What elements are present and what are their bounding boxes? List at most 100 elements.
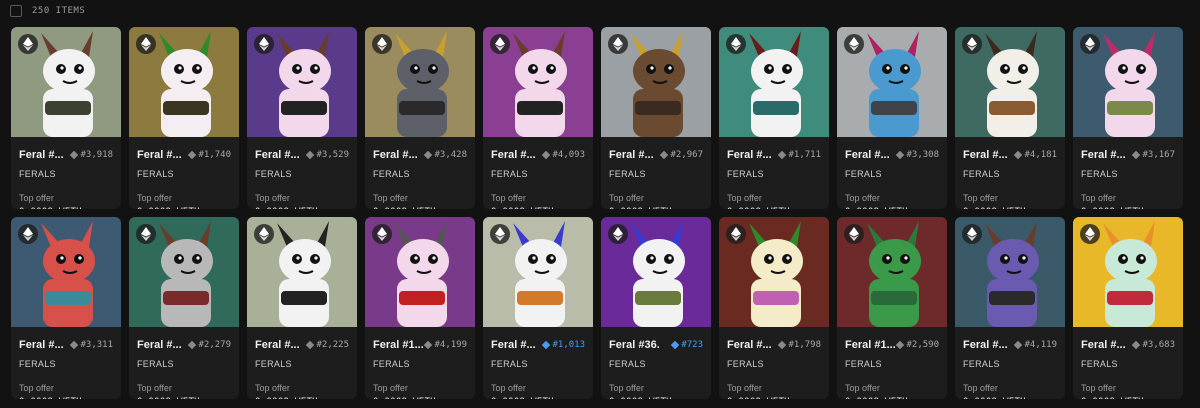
nft-image[interactable]	[11, 217, 121, 327]
nft-name[interactable]: Feral #...	[963, 149, 1008, 161]
diamond-icon	[671, 340, 680, 350]
nft-card[interactable]: Feral #... #4,181 FERALS Top offer 0.000…	[955, 27, 1065, 209]
nft-image[interactable]	[719, 217, 829, 327]
nft-card[interactable]: Feral #... #3,311 FERALS Top offer 0.000…	[11, 217, 121, 399]
nft-card[interactable]: Feral #... #1,013 FERALS Top offer 0.000…	[483, 217, 593, 399]
nft-name[interactable]: Feral #...	[845, 149, 890, 161]
diamond-icon	[424, 340, 433, 350]
nft-image[interactable]	[719, 27, 829, 137]
nft-name[interactable]: Feral #...	[137, 339, 182, 351]
nft-image[interactable]	[129, 217, 239, 327]
nft-card[interactable]: Feral #... #2,967 FERALS Top offer 0.000…	[601, 27, 711, 209]
nft-name[interactable]: Feral #...	[1081, 339, 1126, 351]
collection-name[interactable]: FERALS	[255, 169, 349, 179]
nft-image[interactable]	[601, 27, 711, 137]
nft-card[interactable]: Feral #... #3,529 FERALS Top offer 0.000…	[247, 27, 357, 209]
nft-card[interactable]: Feral #... #1,711 FERALS Top offer 0.000…	[719, 27, 829, 209]
nft-image[interactable]	[837, 27, 947, 137]
collection-name[interactable]: FERALS	[137, 359, 231, 369]
ethereum-icon	[726, 34, 746, 54]
collection-name[interactable]: FERALS	[19, 169, 113, 179]
nft-image[interactable]	[837, 217, 947, 327]
rarity-rank: #2,279	[188, 340, 231, 350]
nft-image[interactable]	[11, 27, 121, 137]
nft-name[interactable]: Feral #1...	[373, 339, 423, 351]
nft-image[interactable]	[483, 217, 593, 327]
nft-image[interactable]	[955, 217, 1065, 327]
nft-card[interactable]: Feral #1... #2,590 FERALS Top offer 0.00…	[837, 217, 947, 399]
nft-name[interactable]: Feral #...	[137, 149, 182, 161]
collection-name[interactable]: FERALS	[727, 359, 821, 369]
rank-value: #1,711	[788, 150, 821, 160]
nft-image[interactable]	[129, 27, 239, 137]
collection-name[interactable]: FERALS	[963, 359, 1057, 369]
collection-name[interactable]: FERALS	[845, 359, 939, 369]
nft-card[interactable]: Feral #... #2,225 FERALS Top offer 0.000…	[247, 217, 357, 399]
top-offer-label: Top offer	[845, 193, 880, 203]
collection-name[interactable]: FERALS	[845, 169, 939, 179]
nft-image[interactable]	[365, 27, 475, 137]
collection-name[interactable]: FERALS	[491, 359, 585, 369]
nft-name[interactable]: Feral #...	[963, 339, 1008, 351]
nft-image[interactable]	[247, 27, 357, 137]
top-offer-label: Top offer	[1081, 383, 1116, 393]
nft-name[interactable]: Feral #...	[609, 149, 654, 161]
nft-image[interactable]	[955, 27, 1065, 137]
nft-card[interactable]: Feral #... #3,167 FERALS Top offer 0.000…	[1073, 27, 1183, 209]
nft-card[interactable]: Feral #... #3,918 FERALS Top offer 0.000…	[11, 27, 121, 209]
nft-name[interactable]: Feral #...	[491, 339, 536, 351]
diamond-icon	[1014, 340, 1023, 350]
nft-image[interactable]	[365, 217, 475, 327]
nft-name[interactable]: Feral #...	[19, 339, 64, 351]
collection-name[interactable]: FERALS	[1081, 169, 1175, 179]
collection-name[interactable]: FERALS	[609, 169, 703, 179]
nft-name[interactable]: Feral #1...	[845, 339, 895, 351]
nft-name[interactable]: Feral #...	[373, 149, 418, 161]
top-offer-price: 0.0009 WETH	[19, 397, 113, 399]
nft-image[interactable]	[247, 217, 357, 327]
top-offer-price: 0.0009 WETH	[845, 397, 939, 399]
nft-card[interactable]: Feral #... #3,683 FERALS Top offer 0.000…	[1073, 217, 1183, 399]
top-offer-label: Top offer	[491, 383, 526, 393]
nft-card[interactable]: Feral #... #1,740 FERALS Top offer 0.000…	[129, 27, 239, 209]
nft-card[interactable]: Feral #... #3,428 FERALS Top offer 0.000…	[365, 27, 475, 209]
nft-card[interactable]: Feral #36... #723 FERALS Top offer 0.000…	[601, 217, 711, 399]
nft-card[interactable]: Feral #... #4,093 FERALS Top offer 0.000…	[483, 27, 593, 209]
nft-card[interactable]: Feral #... #3,308 FERALS Top offer 0.000…	[837, 27, 947, 209]
diamond-icon	[70, 340, 79, 350]
nft-name[interactable]: Feral #...	[1081, 149, 1126, 161]
nft-name[interactable]: Feral #...	[727, 339, 772, 351]
collection-name[interactable]: FERALS	[727, 169, 821, 179]
top-offer-label: Top offer	[137, 193, 172, 203]
ethereum-icon	[372, 34, 392, 54]
nft-name[interactable]: Feral #...	[19, 149, 64, 161]
nft-image[interactable]	[1073, 217, 1183, 327]
select-all-checkbox[interactable]	[10, 5, 22, 17]
nft-name[interactable]: Feral #36...	[609, 339, 659, 351]
collection-name[interactable]: FERALS	[491, 169, 585, 179]
collection-name[interactable]: FERALS	[19, 359, 113, 369]
nft-image[interactable]	[483, 27, 593, 137]
top-offer-price: 0.0009 WETH	[609, 397, 703, 399]
nft-card[interactable]: Feral #... #4,119 FERALS Top offer 0.000…	[955, 217, 1065, 399]
nft-name[interactable]: Feral #...	[255, 149, 300, 161]
ethereum-icon	[844, 34, 864, 54]
collection-name[interactable]: FERALS	[1081, 359, 1175, 369]
nft-card[interactable]: Feral #... #2,279 FERALS Top offer 0.000…	[129, 217, 239, 399]
nft-image[interactable]	[1073, 27, 1183, 137]
collection-name[interactable]: FERALS	[963, 169, 1057, 179]
nft-name[interactable]: Feral #...	[491, 149, 536, 161]
nft-card[interactable]: Feral #1... #4,199 FERALS Top offer 0.00…	[365, 217, 475, 399]
collection-name[interactable]: FERALS	[373, 169, 467, 179]
top-offer-price: 0.0009 WETH	[373, 207, 467, 209]
collection-name[interactable]: FERALS	[137, 169, 231, 179]
nft-card[interactable]: Feral #... #1,798 FERALS Top offer 0.000…	[719, 217, 829, 399]
nft-image[interactable]	[601, 217, 711, 327]
nft-name[interactable]: Feral #...	[255, 339, 300, 351]
collection-name[interactable]: FERALS	[609, 359, 703, 369]
nft-name[interactable]: Feral #...	[727, 149, 772, 161]
rarity-rank: #3,167	[1132, 150, 1175, 160]
rank-value: #4,093	[552, 150, 585, 160]
collection-name[interactable]: FERALS	[255, 359, 349, 369]
collection-name[interactable]: FERALS	[373, 359, 467, 369]
